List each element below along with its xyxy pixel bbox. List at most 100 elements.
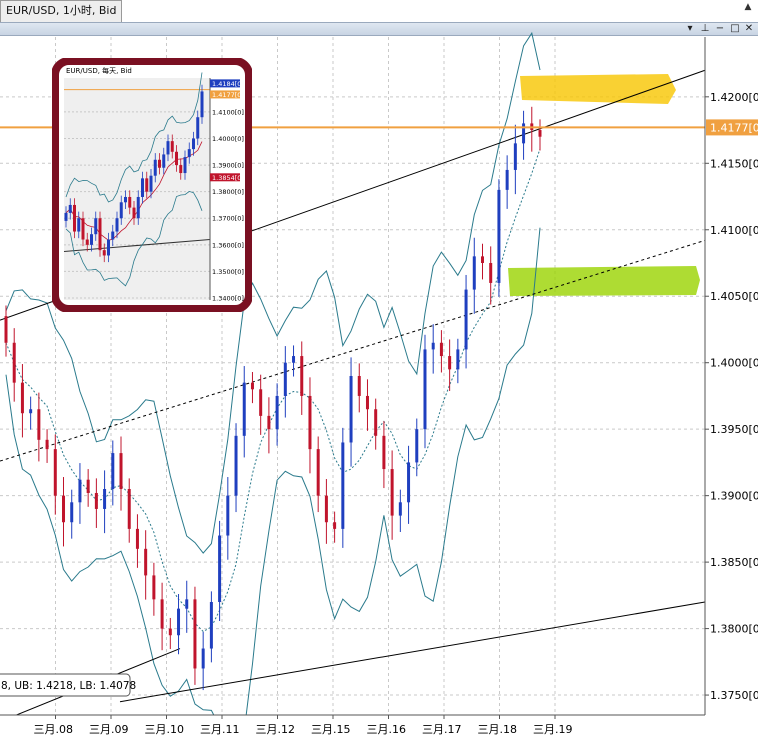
inset-candle-body <box>170 141 174 152</box>
candle-body <box>144 548 148 576</box>
inset-y-tick-label: 1.3800[0] <box>212 188 244 196</box>
price-tag-label: 1.4177[0] <box>710 121 758 134</box>
inset-y-tick-label: 1.3500[0] <box>212 268 244 276</box>
inset-candle-body <box>166 141 170 155</box>
candle-body <box>415 429 419 463</box>
candle-body <box>464 289 468 350</box>
candle-body <box>168 628 172 636</box>
inset-candle-body <box>111 231 115 240</box>
x-tick-label: 三月.12 <box>256 723 296 736</box>
inset-candle-body <box>73 204 76 232</box>
candle-body <box>160 599 164 629</box>
candle-body <box>177 608 181 636</box>
inset-candle-body <box>175 151 178 166</box>
inset-candle-body <box>64 212 68 221</box>
inset-candle-body <box>102 250 106 256</box>
candle-body <box>374 409 378 436</box>
inset-y-tick-label: 1.3700[0] <box>212 215 244 223</box>
x-tick-label: 三月.10 <box>145 723 185 736</box>
inset-candle-body <box>158 159 161 168</box>
inset-candle-body <box>162 154 166 168</box>
inset-y-axis: 1.4100[0] 1.4000[0] 1.3900[0] 1.3800[0] 1.37… <box>209 78 244 303</box>
candle-body <box>201 648 205 669</box>
candle-body <box>489 263 493 283</box>
inset-candle-body <box>145 178 149 192</box>
y-tick-label: 1.4050[0] <box>710 290 758 303</box>
candle-body <box>341 442 345 529</box>
candle-body <box>333 522 337 529</box>
inset-candle-body <box>90 234 93 245</box>
y-tick-label: 1.4200[0] <box>710 91 758 104</box>
candle-body <box>53 449 57 496</box>
candle-body <box>111 453 115 489</box>
candle-body <box>382 435 386 470</box>
x-tick-label: 三月.16 <box>367 723 407 736</box>
candle-body <box>37 409 41 440</box>
inset-title: EUR/USD, 每天, Bid <box>66 66 132 75</box>
inset-candle-body <box>115 218 119 232</box>
chart-window: EUR/USD, 1小时, Bid ▾ ⊥ − □ ✕ ▲ 1.4200[0]1… <box>0 0 758 740</box>
inset-candle-body <box>196 117 200 139</box>
candle-body <box>86 479 90 493</box>
candle-body <box>4 316 8 343</box>
candle-body <box>349 376 353 443</box>
inset-candle-body <box>179 165 183 174</box>
x-tick-label: 三月.19 <box>533 723 573 736</box>
candle-body <box>300 356 304 396</box>
inset-y-tick-label: 1.3600[0] <box>212 241 244 249</box>
candle-body <box>12 342 16 383</box>
candle-body <box>398 502 402 516</box>
inset-candle-body <box>141 178 144 197</box>
candle-body <box>78 479 82 503</box>
inset-candle-body <box>192 138 195 150</box>
x-axis: 三月.08 三月.09 三月.10 三月.11 三月.12 三月.15 三月.16 三月.17… <box>0 714 758 740</box>
y-tick-label: 1.4150[0] <box>710 157 758 170</box>
candle-body <box>439 342 443 357</box>
candle-body <box>275 395 279 430</box>
candle-body <box>480 256 484 263</box>
green-highlight-lower <box>508 266 700 296</box>
candle-body <box>407 462 411 503</box>
candle-body <box>324 495 328 523</box>
y-tick-label: 1.4000[0] <box>710 357 758 370</box>
candle-body <box>250 382 254 390</box>
candle-body <box>226 495 230 536</box>
candle-body <box>365 395 369 410</box>
candle-body <box>70 502 74 523</box>
candle-body <box>423 349 427 430</box>
x-tick-label: 三月.17 <box>422 723 462 736</box>
inset-y-tick-label: 1.3900[0] <box>212 162 244 170</box>
x-tick-label: 三月.11 <box>200 723 240 736</box>
inset-y-tick-label: 1.4000[0] <box>212 135 244 143</box>
inset-chart: EUR/USD, 每天, Bid 1.4100[0] 1.4000[0] 1.390… <box>52 58 252 312</box>
inset-candle-body <box>153 159 157 176</box>
inset-candle-body <box>128 196 132 208</box>
y-tick-label: 1.3900[0] <box>710 490 758 503</box>
y-tick-label: 1.3750[0] <box>710 689 758 702</box>
inset-candle-body <box>68 204 72 213</box>
y-axis: 1.4200[0] 1.4150[0] 1.4100[0] 1.4050[0] 1.40… <box>704 37 758 715</box>
candle-body <box>20 382 24 414</box>
inset-candle-body <box>119 202 123 219</box>
candle-body <box>135 528 139 549</box>
inset-y-tick-label: 1.3400[0] <box>212 295 244 303</box>
inset-price-tag: 1.3854[0] <box>212 174 244 182</box>
inset-plot-bg <box>64 78 210 300</box>
candle-body <box>103 489 107 509</box>
candle-body <box>390 469 394 516</box>
y-tick-label: 1.4100[0] <box>710 224 758 237</box>
inset-candle-body <box>183 157 187 174</box>
inset-candle-body <box>98 218 102 251</box>
inset-candle-body <box>94 218 98 235</box>
readout-text: 8, UB: 1.4218, LB: 1.4078 <box>1 680 136 692</box>
x-tick-label: 三月.18 <box>478 723 518 736</box>
channel-readout: 8, UB: 1.4218, LB: 1.4078 <box>0 673 136 697</box>
y-tick-label: 1.3950[0] <box>710 423 758 436</box>
candle-body <box>308 395 312 450</box>
candle-body <box>259 389 263 416</box>
candle-body <box>45 439 49 450</box>
x-tick-label: 三月.08 <box>34 723 74 736</box>
inset-candle-body <box>77 218 81 232</box>
candle-body <box>209 602 213 649</box>
inset-candle-body <box>187 149 191 158</box>
